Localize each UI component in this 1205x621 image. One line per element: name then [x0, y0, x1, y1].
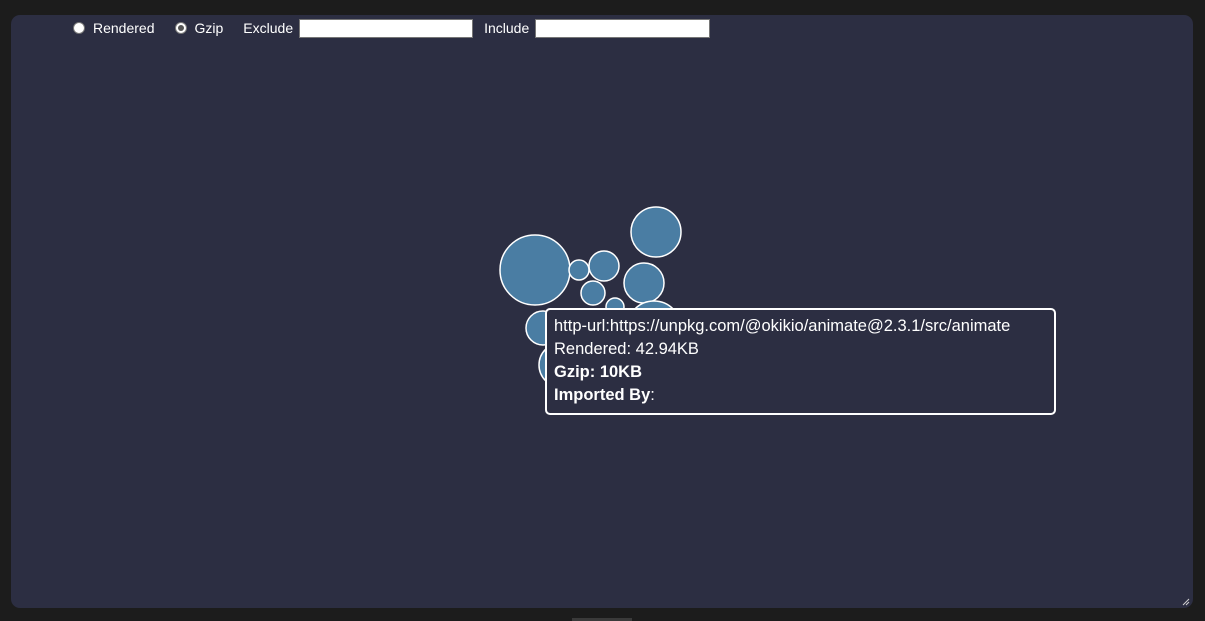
module-bubble[interactable]	[568, 259, 590, 281]
tooltip-rendered-size: Rendered: 42.94KB	[554, 340, 699, 358]
tooltip-module-id: http-url:https://unpkg.com/@okikio/anima…	[554, 317, 1011, 335]
module-bubble[interactable]	[499, 234, 571, 306]
tooltip-imported-by-value: :	[650, 386, 655, 404]
bundle-visualizer-panel: Rendered Gzip Exclude Include http-url:h…	[11, 15, 1193, 608]
module-bubble[interactable]	[588, 250, 620, 282]
module-bubble[interactable]	[630, 206, 682, 258]
module-tooltip: http-url:https://unpkg.com/@okikio/anima…	[545, 308, 1056, 415]
module-bubble[interactable]	[580, 280, 606, 306]
resize-handle-icon[interactable]	[1182, 598, 1190, 606]
tooltip-gzip-size: Gzip: 10KB	[554, 363, 643, 381]
tooltip-imported-by-label: Imported By	[554, 386, 651, 404]
module-bubble[interactable]	[623, 262, 665, 304]
